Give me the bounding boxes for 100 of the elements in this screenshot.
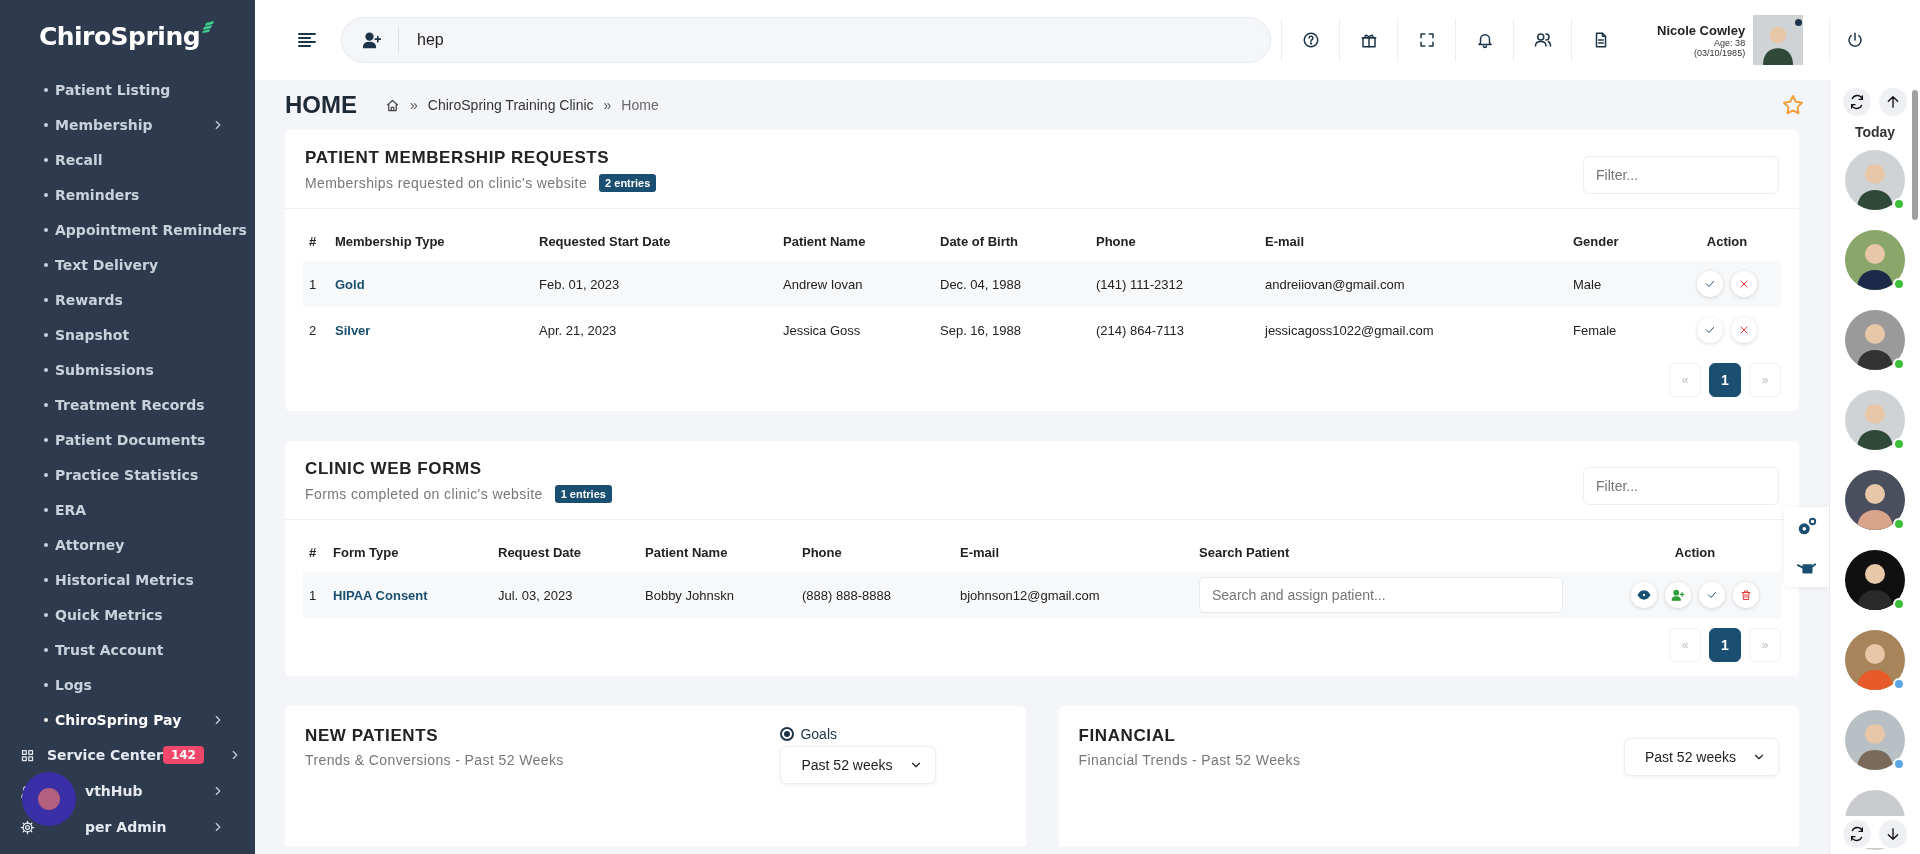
leaf-icon: [202, 20, 217, 34]
sidebar-item[interactable]: Membership: [0, 107, 255, 142]
table-cell-text: Jul. 03, 2023: [498, 587, 574, 603]
breadcrumb-separator: »: [603, 97, 612, 113]
sidebar-item[interactable]: Patient Documents: [0, 422, 255, 457]
sidebar-item[interactable]: Logs: [0, 667, 255, 702]
page-button[interactable]: 1: [1709, 628, 1741, 662]
refresh-icon: [1849, 826, 1865, 842]
help-icon: [1301, 31, 1320, 49]
column-header: Action: [1673, 544, 1717, 560]
column-header: Form Type: [333, 544, 400, 560]
table-cell-text: 2: [309, 322, 318, 338]
delete-button[interactable]: [1733, 582, 1759, 608]
sidebar-item[interactable]: Text Delivery: [0, 247, 255, 282]
sidebar-item[interactable]: ChiroSpring Pay: [0, 702, 255, 737]
count-badge: 142: [162, 746, 204, 764]
sidebar-item[interactable]: Snapshot: [0, 317, 255, 352]
period-dropdown[interactable]: Past 52 weeks: [780, 746, 936, 784]
form-type-link[interactable]: HIPAA Consent: [333, 587, 498, 603]
star-icon: [1781, 93, 1805, 117]
table-cell-text: Jessica Goss: [783, 322, 862, 338]
sidebar-item[interactable]: Reminders: [0, 177, 255, 212]
search-patient-field[interactable]: Search and assign patient...: [1199, 577, 1563, 613]
card-subtitle: Forms completed on clinic's website: [305, 486, 543, 502]
membership-type-link[interactable]: Silver: [335, 322, 539, 338]
today-label: Today: [1854, 124, 1896, 140]
refresh-button[interactable]: [1843, 820, 1871, 848]
power-icon: [1845, 31, 1864, 49]
card-title: FINANCIAL: [1078, 726, 1177, 746]
sidebar-item[interactable]: Quick Metrics: [0, 597, 255, 632]
eye-icon: [1637, 588, 1651, 602]
page-button[interactable]: 1: [1709, 363, 1741, 397]
sidebar-item[interactable]: Historical Metrics: [0, 562, 255, 597]
column-header: #: [309, 233, 318, 249]
table-cell-text: jessicagoss1022@gmail.com: [1265, 322, 1435, 338]
column-header: Phone: [1096, 233, 1137, 249]
breadcrumb-link[interactable]: ChiroSpring Training Clinic: [427, 97, 594, 113]
column-header: Gender: [1573, 233, 1620, 249]
table-cell-text: Female: [1573, 322, 1618, 338]
column-header: Request Date: [498, 544, 583, 560]
breadcrumb-link[interactable]: Home: [621, 97, 659, 113]
card-title: NEW PATIENTS: [305, 726, 440, 746]
gift-icon: [1359, 31, 1378, 49]
table-cell-text: Bobby Johnskn: [645, 587, 735, 603]
sidebar-item[interactable]: Patient Listing: [0, 72, 255, 107]
sidebar-item[interactable]: Service Center 142: [0, 737, 255, 773]
search-field[interactable]: hep: [415, 30, 1250, 50]
table-cell-text: Dec. 04, 1988: [940, 276, 1022, 292]
user-plus-icon: [1671, 588, 1685, 602]
sidebar-item[interactable]: Recall: [0, 142, 255, 177]
filter-field[interactable]: Filter...: [1583, 467, 1779, 505]
search-bar[interactable]: hep: [341, 17, 1271, 63]
scroll-up-button[interactable]: [1879, 88, 1907, 116]
sidebar-item[interactable]: Appointment Reminders: [0, 212, 255, 247]
trash-icon: [1740, 589, 1752, 601]
column-header: E-mail: [1265, 233, 1305, 249]
column-header: #: [309, 544, 318, 560]
column-header: Action: [1705, 233, 1749, 249]
goals-radio[interactable]: Goals: [780, 726, 837, 742]
table-cell-text: (888) 888-8888: [802, 587, 892, 603]
sidebar-item[interactable]: per Admin: [0, 809, 255, 845]
sidebar-item[interactable]: Rewards: [0, 282, 255, 317]
table-cell-text: bjohnson12@gmail.com: [960, 587, 1101, 603]
view-button[interactable]: [1631, 582, 1657, 608]
sidebar-item[interactable]: Attorney: [0, 527, 255, 562]
arrow-down-icon: [1885, 826, 1901, 842]
table-cell-text: andreiiovan@gmail.com: [1265, 276, 1406, 292]
card-subtitle: Financial Trends - Past 52 Weeks: [1078, 752, 1301, 768]
column-header: Phone: [802, 544, 843, 560]
floating-record-button[interactable]: [22, 772, 76, 826]
card-title: CLINIC WEB FORMS: [305, 459, 483, 479]
check-icon: [1706, 589, 1718, 601]
table-cell-text: 1: [309, 276, 318, 292]
filter-field[interactable]: Filter...: [1583, 156, 1779, 194]
period-dropdown[interactable]: Past 52 weeks: [1623, 738, 1779, 776]
column-header: Patient Name: [645, 544, 729, 560]
grid-icon: [20, 747, 35, 763]
users-icon: [1533, 31, 1552, 49]
table-cell-text: Andrew Iovan: [783, 276, 864, 292]
assign-button[interactable]: [1665, 582, 1691, 608]
column-header: Search Patient: [1199, 544, 1291, 560]
user-plus-icon: [362, 30, 382, 50]
sidebar-item[interactable]: Trust Account: [0, 632, 255, 667]
table-cell-text: Male: [1573, 276, 1603, 292]
sidebar-item[interactable]: Submissions: [0, 352, 255, 387]
refresh-button[interactable]: [1843, 88, 1871, 116]
table-cell-text: Sep. 16, 1988: [940, 322, 1022, 338]
sidebar-item[interactable]: ERA: [0, 492, 255, 527]
arrow-up-icon: [1885, 94, 1901, 110]
settings-icon: [20, 819, 35, 835]
refresh-icon: [1849, 94, 1865, 110]
sidebar-item[interactable]: Practice Statistics: [0, 457, 255, 492]
user-birth-date: (03/10/1985): [1694, 47, 1746, 58]
table-cell-text: Feb. 01, 2023: [539, 276, 621, 292]
membership-type-link[interactable]: Gold: [335, 276, 539, 292]
card-subtitle: Memberships requested on clinic's website: [305, 175, 588, 191]
column-header: Requested Start Date: [539, 233, 672, 249]
sidebar-item[interactable]: Treatment Records: [0, 387, 255, 422]
scroll-down-button[interactable]: [1879, 820, 1907, 848]
table-cell-text: (141) 111-2312: [1096, 276, 1184, 292]
